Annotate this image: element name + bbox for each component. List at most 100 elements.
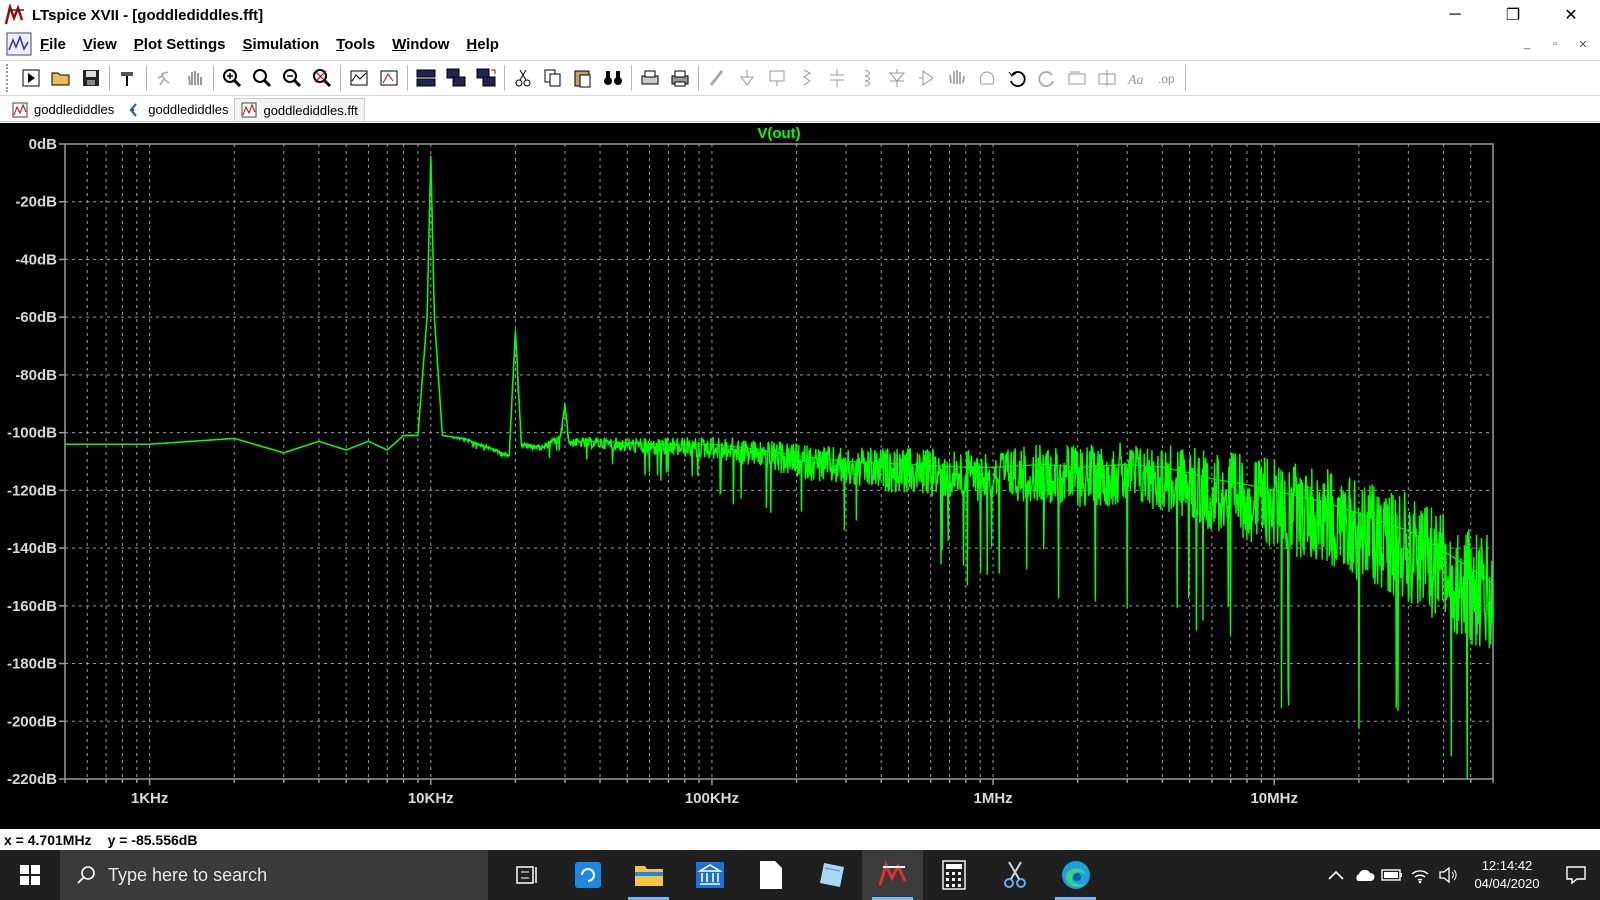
diode-button[interactable] (882, 64, 912, 92)
tile-horizontal-icon (416, 69, 436, 87)
network-button[interactable] (1406, 850, 1434, 900)
y-tick-label: -100dB (7, 425, 57, 442)
plot-autorange-icon (350, 70, 368, 86)
taskbar-document[interactable] (740, 850, 801, 900)
ground-button[interactable] (732, 64, 762, 92)
chevron-up-icon (1328, 870, 1344, 880)
move-button[interactable] (942, 64, 972, 92)
menu-simulation[interactable]: Simulation (242, 36, 319, 53)
run-button[interactable] (16, 64, 46, 92)
show-hidden-icons-button[interactable] (1322, 850, 1350, 900)
toolbar-separator (213, 65, 214, 91)
menu-plot-settings[interactable]: Plot Settings (134, 36, 226, 53)
onedrive-button[interactable] (1350, 850, 1378, 900)
document-waveform-icon[interactable] (6, 32, 32, 56)
drag-button[interactable] (972, 64, 1002, 92)
clock[interactable]: 12:14:42 04/04/2020 (1462, 857, 1552, 893)
autorange-button[interactable] (344, 64, 374, 92)
volume-button[interactable] (1434, 850, 1462, 900)
menu-file[interactable]: File (40, 36, 66, 53)
plot-pane[interactable]: 0dB -20dB -40dB -60dB -80dB -100dB -120dB -140d… (0, 123, 1600, 829)
menu-view[interactable]: View (83, 36, 117, 53)
taskbar-snipping-tool[interactable] (984, 850, 1045, 900)
start-button[interactable] (0, 850, 60, 900)
rotate-button[interactable] (1062, 64, 1092, 92)
mdi-minimize-button[interactable]: _ (1516, 34, 1538, 54)
notification-center-button[interactable] (1552, 850, 1600, 900)
print-preview-button[interactable] (635, 64, 665, 92)
component-button[interactable] (912, 64, 942, 92)
minimize-button[interactable]: ─ (1426, 0, 1484, 30)
task-view-button[interactable] (496, 850, 557, 900)
close-button[interactable]: ✕ (1542, 0, 1600, 30)
y-tick-label: -200dB (7, 713, 57, 730)
trace-line (65, 155, 1494, 780)
y-tick-label: -40dB (15, 251, 57, 268)
waveform-icon (241, 102, 257, 118)
print-button[interactable] (665, 64, 695, 92)
y-tick-label: -220dB (7, 771, 57, 788)
control-panel-button[interactable] (113, 64, 143, 92)
taskbar-notes[interactable] (801, 850, 862, 900)
cascade-button[interactable] (441, 64, 471, 92)
text-button[interactable]: Aa (1122, 64, 1152, 92)
task-view-icon (515, 866, 537, 884)
magnifier-icon (253, 69, 272, 88)
zoom-out-button[interactable] (277, 64, 307, 92)
spice-directive-button[interactable]: .op (1152, 64, 1182, 92)
save-button[interactable] (76, 64, 106, 92)
maximize-button[interactable]: ❐ (1484, 0, 1542, 30)
tile-vertical-button[interactable] (471, 64, 501, 92)
ltspice-icon (878, 861, 906, 886)
resistor-button[interactable] (792, 64, 822, 92)
hand-move-icon (949, 70, 965, 84)
taskbar-file-explorer[interactable] (618, 850, 679, 900)
component-icon (919, 70, 934, 86)
label-net-button[interactable] (762, 64, 792, 92)
scissors-icon (1003, 861, 1026, 888)
undo-button[interactable] (1002, 64, 1032, 92)
mdi-close-button[interactable]: ✕ (1572, 34, 1594, 54)
tile-vertical-icon (476, 68, 496, 87)
taskbar-ltspice[interactable] (862, 850, 923, 900)
taskbar-calculator[interactable] (923, 850, 984, 900)
menu-window[interactable]: Window (392, 36, 449, 53)
find-button[interactable] (598, 64, 628, 92)
mirror-button[interactable] (1092, 64, 1122, 92)
redo-button[interactable] (1032, 64, 1062, 92)
tab-fft[interactable]: goddlediddles.fft (234, 98, 365, 121)
toolbar-grip[interactable] (6, 64, 10, 92)
zoom-fit-button[interactable] (307, 64, 337, 92)
ltspice-window: LTspice XVII - [goddlediddles.fft] ─ ❐ ✕… (0, 0, 1600, 900)
taskbar-search[interactable]: Type here to search (60, 850, 488, 900)
open-button[interactable] (46, 64, 76, 92)
taskbar-app-store[interactable] (557, 850, 618, 900)
capacitor-button[interactable] (822, 64, 852, 92)
cascade-icon (446, 68, 466, 87)
pan-zoom-button[interactable] (247, 64, 277, 92)
halt-button[interactable] (150, 64, 180, 92)
battery-button[interactable] (1378, 850, 1406, 900)
menu-tools[interactable]: Tools (336, 36, 375, 53)
menu-help[interactable]: Help (466, 36, 499, 53)
mdi-restore-button[interactable]: ▫ (1544, 34, 1566, 54)
fft-plot[interactable]: 0dB -20dB -40dB -60dB -80dB -100dB -120dB -140d… (0, 123, 1600, 829)
taskbar-bank[interactable] (679, 850, 740, 900)
cut-button[interactable] (508, 64, 538, 92)
svg-text:Aa: Aa (1127, 73, 1144, 88)
draw-wire-button[interactable] (702, 64, 732, 92)
edit-plot-button[interactable] (374, 64, 404, 92)
inductor-button[interactable] (852, 64, 882, 92)
tile-horizontal-button[interactable] (411, 64, 441, 92)
pan-button[interactable] (180, 64, 210, 92)
menu-bar: File View Plot Settings Simulation Tools… (0, 30, 1600, 58)
tab-waveform[interactable]: goddlediddles (6, 98, 120, 121)
paste-button[interactable] (568, 64, 598, 92)
taskbar-edge[interactable] (1045, 850, 1106, 900)
svg-text:.op: .op (1158, 72, 1175, 86)
zoom-area-button[interactable] (217, 64, 247, 92)
tab-schematic[interactable]: goddlediddles (120, 98, 234, 121)
copy-button[interactable] (538, 64, 568, 92)
resistor-icon (803, 69, 811, 86)
battery-icon (1381, 869, 1402, 881)
